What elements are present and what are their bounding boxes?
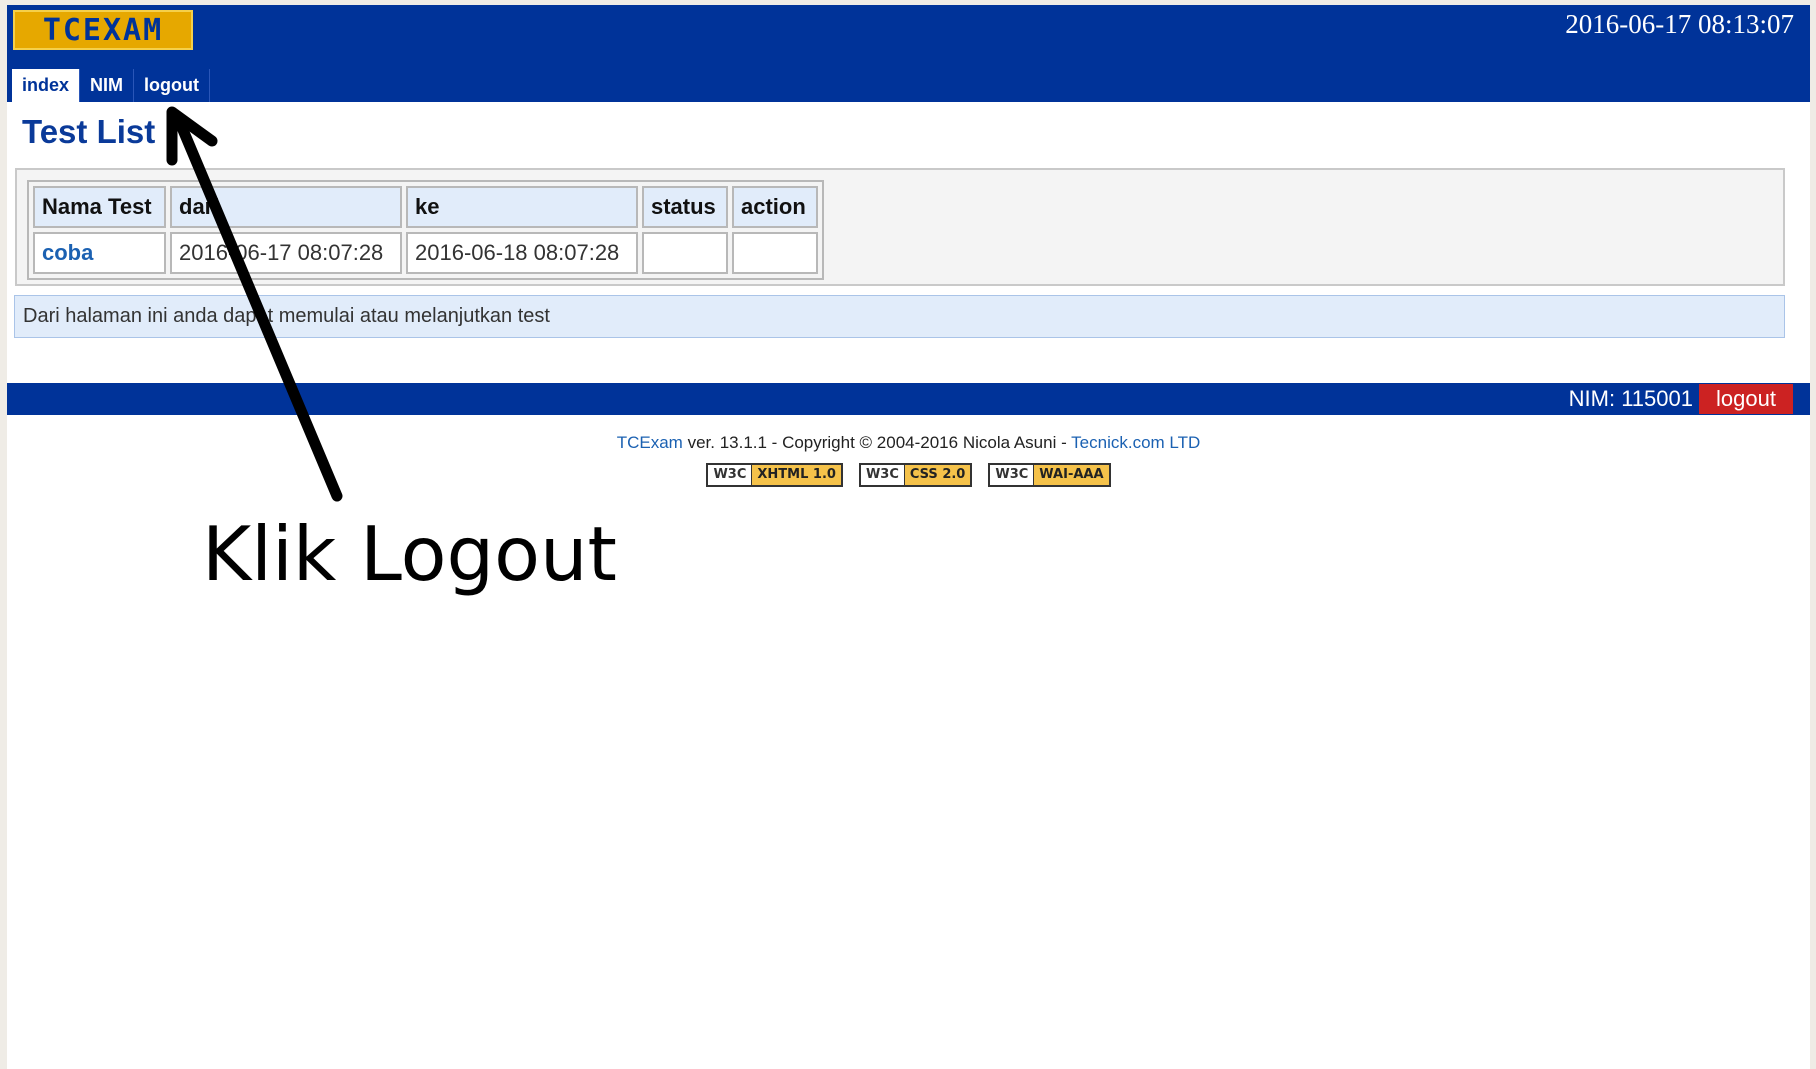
copyright-text: ver. 13.1.1 - Copyright © 2004-2016 Nico… xyxy=(682,433,1072,452)
menu-item-logout[interactable]: logout xyxy=(134,69,210,102)
test-list-container: Nama Test dari ke status action coba 201… xyxy=(15,168,1785,286)
column-header-status: status xyxy=(642,186,728,228)
badge-spec: CSS 2.0 xyxy=(903,465,971,485)
test-name-cell: coba xyxy=(33,232,166,274)
column-header-action: action xyxy=(732,186,818,228)
test-status-cell xyxy=(642,232,728,274)
column-header-dari: dari xyxy=(170,186,402,228)
header-bar: TCEXAM 2016-06-17 08:13:07 index NIM log… xyxy=(7,5,1810,102)
badge-spec: WAI-AAA xyxy=(1033,465,1109,485)
table-header-row: Nama Test dari ke status action xyxy=(33,186,818,228)
column-header-nama-test: Nama Test xyxy=(33,186,166,228)
annotation-label: Klik Logout xyxy=(202,510,617,598)
info-message: Dari halaman ini anda dapat memulai atau… xyxy=(14,295,1785,338)
tcexam-link[interactable]: TCExam xyxy=(617,433,683,452)
badge-org: W3C xyxy=(708,465,752,485)
top-menu: index NIM logout xyxy=(12,69,210,102)
w3c-badges: W3C XHTML 1.0 W3C CSS 2.0 W3C WAI-AAA xyxy=(7,463,1810,487)
logo-text: TCEXAM xyxy=(42,12,164,48)
page-title: Test List xyxy=(22,113,156,150)
test-list-table: Nama Test dari ke status action coba 201… xyxy=(27,180,824,280)
footer-bar: NIM: 115001 logout xyxy=(7,383,1810,415)
footer-logout-button[interactable]: logout xyxy=(1699,384,1793,414)
badge-org: W3C xyxy=(990,465,1034,485)
test-action-cell[interactable] xyxy=(732,232,818,274)
css-badge[interactable]: W3C CSS 2.0 xyxy=(858,463,973,487)
badge-org: W3C xyxy=(860,465,904,485)
menu-item-index[interactable]: index xyxy=(12,69,81,102)
table-row: coba 2016-06-17 08:07:28 2016-06-18 08:0… xyxy=(33,232,818,274)
tcexam-logo[interactable]: TCEXAM xyxy=(13,10,193,50)
xhtml-badge[interactable]: W3C XHTML 1.0 xyxy=(706,463,843,487)
tecnick-link[interactable]: Tecnick.com LTD xyxy=(1071,433,1200,452)
badge-spec: XHTML 1.0 xyxy=(751,465,841,485)
user-nim: NIM: 115001 xyxy=(1568,386,1693,411)
menu-item-nim[interactable]: NIM xyxy=(80,69,135,102)
test-name-link[interactable]: coba xyxy=(42,240,93,265)
current-datetime: 2016-06-17 08:13:07 xyxy=(1565,9,1794,39)
copyright-line: TCExam ver. 13.1.1 - Copyright © 2004-20… xyxy=(7,433,1810,453)
test-end-cell: 2016-06-18 08:07:28 xyxy=(406,232,638,274)
test-start-cell: 2016-06-17 08:07:28 xyxy=(170,232,402,274)
column-header-ke: ke xyxy=(406,186,638,228)
wai-badge[interactable]: W3C WAI-AAA xyxy=(988,463,1111,487)
